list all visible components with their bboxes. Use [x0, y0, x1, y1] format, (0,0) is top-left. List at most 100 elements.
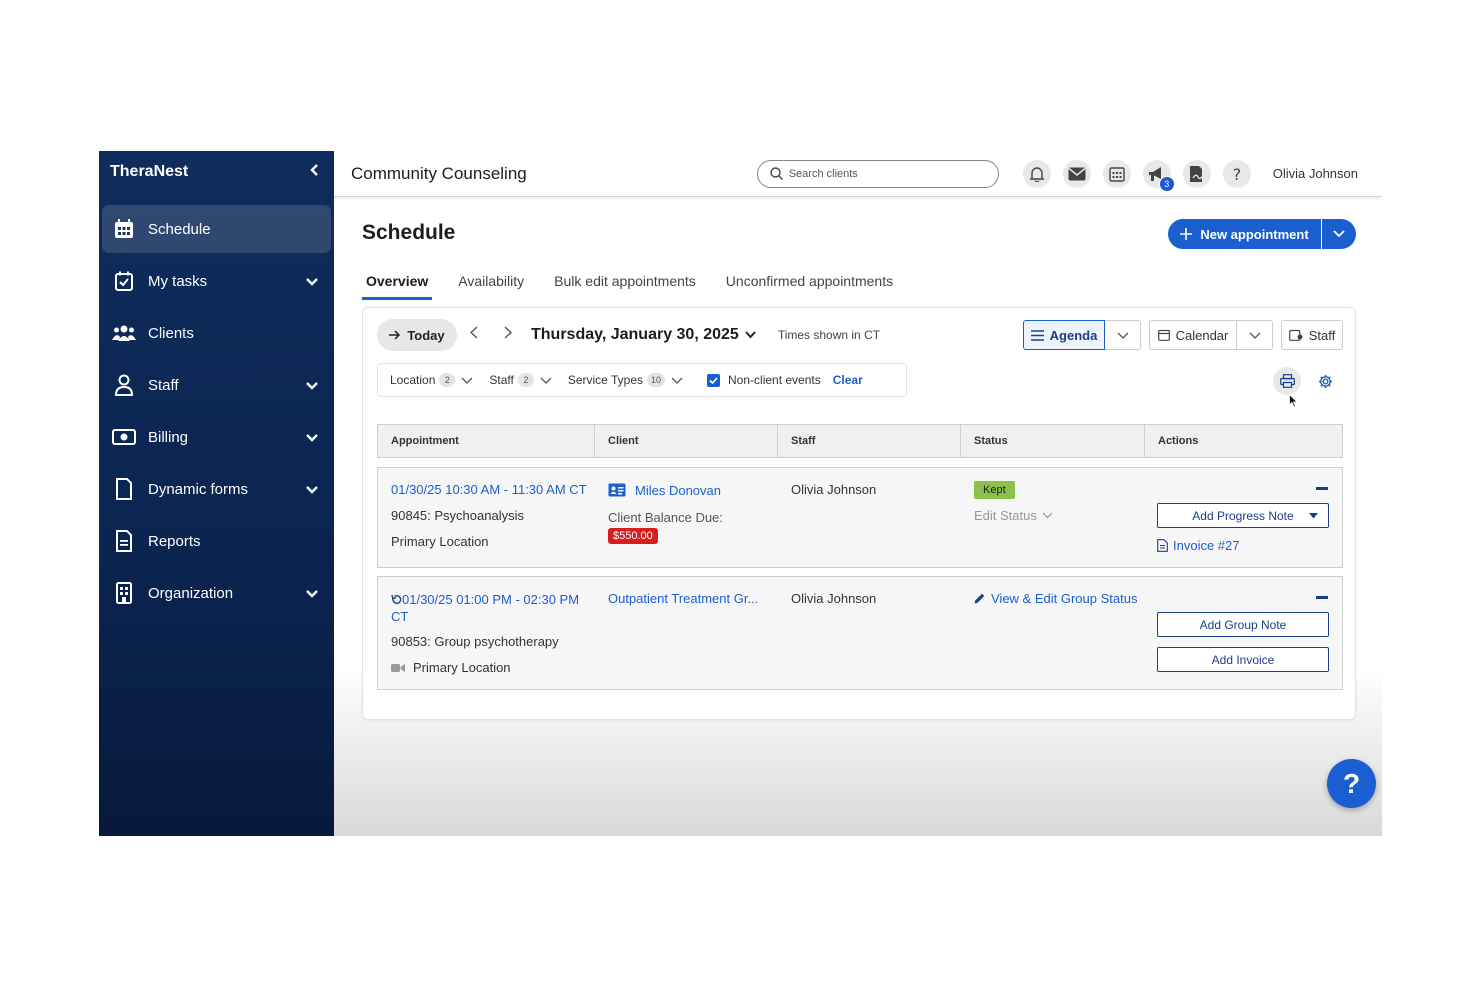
- document-icon: [112, 477, 136, 501]
- gear-icon[interactable]: [1315, 371, 1335, 391]
- add-progress-note-button[interactable]: Add Progress Note: [1157, 503, 1329, 528]
- megaphone-icon[interactable]: 3: [1142, 159, 1175, 192]
- service-types-filter[interactable]: Service Types 10: [568, 373, 683, 387]
- sidebar-item-clients[interactable]: Clients: [102, 309, 331, 357]
- sidebar-item-organization[interactable]: Organization: [102, 569, 331, 617]
- collapse-row-icon[interactable]: [1316, 596, 1328, 599]
- location-filter[interactable]: Location 2: [390, 373, 473, 387]
- column-header-client[interactable]: Client: [595, 425, 778, 457]
- date-picker[interactable]: Thursday, January 30, 2025: [531, 326, 756, 344]
- sidebar-item-my-tasks[interactable]: My tasks: [102, 257, 331, 305]
- add-progress-note-label: Add Progress Note: [1192, 508, 1294, 523]
- appointment-time-link[interactable]: 01/30/25 01:00 PM - 02:30 PM CT: [391, 591, 596, 625]
- next-day-button[interactable]: [491, 326, 525, 344]
- service-types-count: 10: [647, 373, 666, 387]
- column-header-status[interactable]: Status: [961, 425, 1145, 457]
- calendar-icon[interactable]: [1102, 159, 1131, 188]
- add-invoice-button[interactable]: Add Invoice: [1157, 647, 1329, 672]
- timezone-note: Times shown in CT: [777, 328, 881, 342]
- collapse-sidebar-icon[interactable]: [308, 163, 320, 182]
- appointment-location: Primary Location: [391, 660, 511, 675]
- new-appointment-button[interactable]: New appointment: [1168, 219, 1321, 249]
- checkbox-checked-icon[interactable]: [707, 373, 721, 387]
- chevron-down-icon: [305, 274, 319, 288]
- agenda-dropdown-button[interactable]: [1105, 320, 1141, 350]
- plus-icon: [1180, 228, 1193, 240]
- sidebar-item-schedule[interactable]: Schedule: [102, 205, 331, 253]
- help-chat-button[interactable]: ?: [1327, 759, 1376, 808]
- page-title: Schedule: [362, 221, 456, 244]
- schedule-card: Today Thursday, January 30, 2025 Times s…: [362, 307, 1356, 720]
- sidebar-item-label: Clients: [148, 324, 194, 342]
- sidebar-item-label: Dynamic forms: [148, 480, 249, 498]
- current-date: Thursday, January 30, 2025: [531, 326, 739, 343]
- help-icon[interactable]: ?: [1222, 159, 1251, 188]
- new-appointment-dropdown-button[interactable]: [1321, 219, 1356, 249]
- sidebar-item-reports[interactable]: Reports: [102, 517, 331, 565]
- chevron-down-icon: [305, 586, 319, 600]
- video-camera-icon: [391, 663, 405, 672]
- chevron-down-icon: [1042, 512, 1053, 519]
- app-window: TheraNest Schedule My tasks Clients Staf…: [99, 151, 1382, 836]
- print-icon[interactable]: [1273, 367, 1301, 395]
- search-input[interactable]: Search clients: [756, 159, 999, 188]
- staff-filter[interactable]: Staff 2: [489, 373, 552, 387]
- bell-icon[interactable]: [1022, 159, 1051, 188]
- table-row: 01/30/25 10:30 AM - 11:30 AM CT 90845: P…: [377, 467, 1343, 568]
- sidebar-item-dynamic-forms[interactable]: Dynamic forms: [102, 465, 331, 513]
- staff-view-button[interactable]: Staff: [1281, 320, 1343, 350]
- column-header-appointment[interactable]: Appointment: [378, 425, 595, 457]
- sidebar: TheraNest Schedule My tasks Clients Staf…: [99, 151, 334, 836]
- schedule-tabs: Overview Availability Bulk edit appointm…: [362, 269, 919, 300]
- tab-availability[interactable]: Availability: [454, 269, 528, 300]
- caret-down-icon[interactable]: [1309, 513, 1318, 519]
- calendar-icon: [1157, 329, 1170, 341]
- view-edit-group-status-label: View & Edit Group Status: [991, 591, 1138, 606]
- calendar-view-button[interactable]: Calendar: [1149, 320, 1237, 350]
- today-button[interactable]: Today: [377, 319, 457, 351]
- search-placeholder: Search clients: [788, 167, 858, 180]
- add-group-note-button[interactable]: Add Group Note: [1157, 612, 1329, 637]
- staff-name: Olivia Johnson: [791, 482, 877, 497]
- column-header-actions: Actions: [1158, 435, 1199, 447]
- status-badge: Kept: [974, 481, 1015, 499]
- calendar-dropdown-button[interactable]: [1237, 320, 1273, 350]
- top-bar: Community Counseling Search clients 3 ? …: [334, 151, 1382, 197]
- mail-icon[interactable]: [1062, 159, 1091, 188]
- non-client-events-label: Non-client events: [728, 373, 821, 387]
- arrow-right-icon: [389, 330, 401, 340]
- collapse-row-icon[interactable]: [1316, 487, 1328, 490]
- sidebar-item-label: My tasks: [148, 272, 208, 290]
- client-group-link[interactable]: Outpatient Treatment Gr...: [608, 591, 758, 606]
- chevron-down-icon: [1117, 332, 1128, 339]
- previous-day-button[interactable]: [457, 326, 491, 344]
- column-header-staff[interactable]: Staff: [778, 425, 961, 457]
- sidebar-item-staff[interactable]: Staff: [102, 361, 331, 409]
- chevron-down-icon: [540, 377, 552, 384]
- tab-bulk-edit-appointments[interactable]: Bulk edit appointments: [550, 269, 700, 300]
- person-icon: [112, 373, 136, 397]
- tab-unconfirmed-appointments[interactable]: Unconfirmed appointments: [722, 269, 897, 300]
- invoice-label: Invoice #27: [1173, 538, 1240, 553]
- clear-filters-link[interactable]: Clear: [833, 373, 863, 387]
- non-client-events-toggle[interactable]: Non-client events Clear: [707, 373, 863, 387]
- sidebar-item-label: Reports: [148, 532, 201, 550]
- agenda-view-button[interactable]: Agenda: [1023, 320, 1105, 350]
- staff-name: Olivia Johnson: [791, 591, 877, 606]
- edit-status-dropdown[interactable]: Edit Status: [974, 508, 1053, 523]
- calendar-grid-icon: [112, 217, 136, 241]
- client-name-link[interactable]: Miles Donovan: [635, 483, 721, 498]
- svg-text:?: ?: [1232, 166, 1241, 182]
- tab-overview[interactable]: Overview: [362, 269, 433, 300]
- filter-bar: Location 2 Staff 2 Service Types 10 Non-…: [377, 363, 907, 397]
- user-name[interactable]: Olivia Johnson: [1273, 166, 1358, 181]
- signature-document-icon[interactable]: [1182, 159, 1211, 188]
- report-icon: [112, 529, 136, 553]
- appointment-time-link[interactable]: 01/30/25 10:30 AM - 11:30 AM CT: [391, 482, 587, 497]
- staff-filter-label: Staff: [489, 373, 514, 387]
- sidebar-item-billing[interactable]: Billing: [102, 413, 331, 461]
- invoice-link[interactable]: Invoice #27: [1157, 538, 1240, 553]
- view-edit-group-status-link[interactable]: View & Edit Group Status: [974, 591, 1137, 606]
- people-icon: [112, 321, 136, 345]
- calendar-check-icon: [112, 269, 136, 293]
